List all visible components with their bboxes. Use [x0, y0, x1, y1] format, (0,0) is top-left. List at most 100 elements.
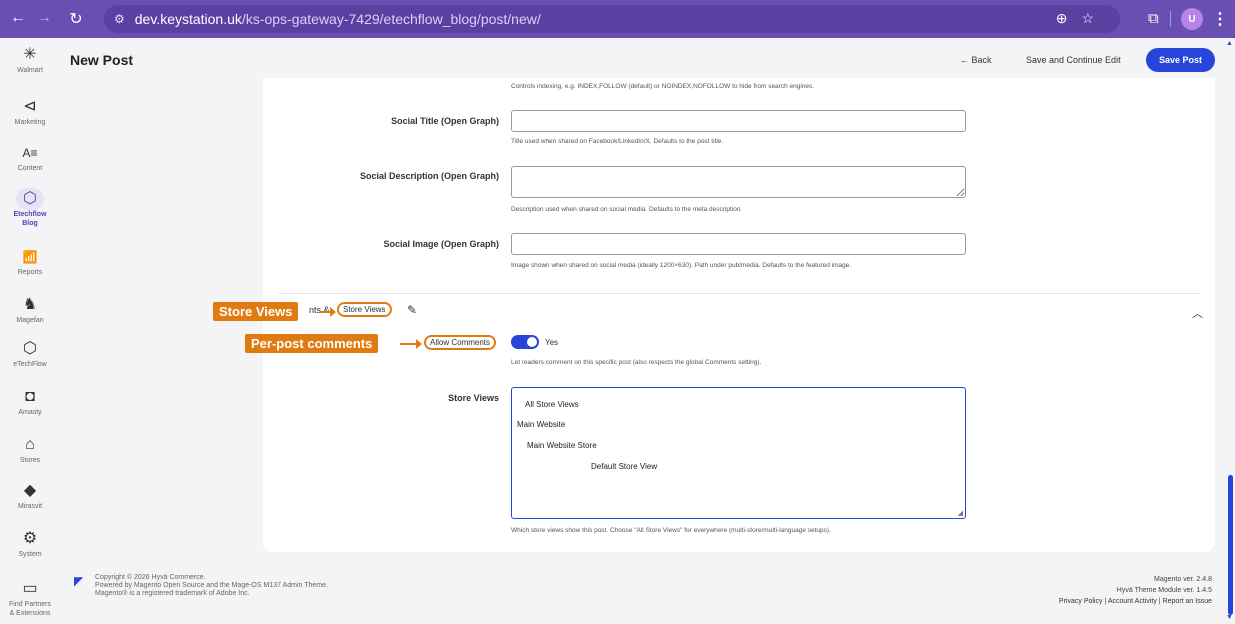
- scroll-up-icon[interactable]: ▲: [1226, 40, 1233, 47]
- scroll-down-icon[interactable]: ▼: [1226, 614, 1233, 621]
- mirasvit-icon: ◆: [23, 482, 37, 499]
- sidebar-item-label: eTechFlow: [13, 361, 47, 368]
- social-title-input[interactable]: [511, 110, 966, 132]
- sidebar-item-label: Magefan: [16, 317, 44, 324]
- sidebar-item-label: Etechflow Blog: [13, 211, 47, 227]
- allow-comments-toggle[interactable]: [511, 335, 539, 349]
- sidebar-item-label: Find Partners & Extensions: [8, 601, 52, 617]
- social-description-label: Social Description (Open Graph): [359, 171, 499, 181]
- gear-icon: ⚙: [22, 530, 38, 547]
- social-title-label: Social Title (Open Graph): [391, 116, 499, 126]
- back-arrow-icon[interactable]: ←: [6, 9, 30, 27]
- content-icon: A≡: [22, 146, 38, 160]
- per-post-comments-callout: Per-post comments: [245, 334, 379, 353]
- robots-hint: Controls indexing, e.g. INDEX,FOLLOW (de…: [511, 83, 815, 90]
- box-icon: ▭: [22, 580, 38, 597]
- sidebar-item-label: Mirasvit: [17, 503, 43, 510]
- footer-versions: Magento ver. 2.4.8 Hyvä Theme Module ver…: [1059, 574, 1212, 607]
- magento-logo-icon: ◤: [74, 574, 84, 588]
- callout-arrow: [400, 339, 422, 349]
- edit-pencil-icon[interactable]: ✎: [407, 303, 417, 317]
- social-image-label: Social Image (Open Graph): [383, 239, 499, 249]
- social-title-hint: Title used when shared on Facebook/Linke…: [511, 138, 724, 145]
- sidebar-item-system[interactable]: ⚙ System: [0, 528, 60, 559]
- store-views-multiselect[interactable]: All Store Views Main Website Main Websit…: [511, 387, 966, 519]
- resize-handle-icon[interactable]: ◢: [958, 509, 963, 517]
- cube-icon: ⬡: [16, 188, 44, 210]
- browser-menu-icon[interactable]: ⋮: [1212, 9, 1228, 29]
- cube-icon: ⬡: [23, 340, 37, 357]
- powered-by-text: Powered by Magento Open Source and the M…: [95, 582, 328, 589]
- sidebar-item-content[interactable]: A≡ Content: [0, 142, 60, 173]
- sidebar-item-label: System: [18, 551, 42, 558]
- extensions-icon[interactable]: ⧉: [1148, 10, 1159, 27]
- store-views-hint: Which store views show this post. Choose…: [511, 527, 831, 534]
- back-button[interactable]: ← Back: [960, 55, 992, 65]
- option-all-store-views[interactable]: All Store Views: [525, 400, 579, 409]
- sidebar-item-label: Reports: [17, 269, 43, 276]
- browser-toolbar: ← → ↻ ⚙ dev.keystation.uk/ks-ops-gateway…: [0, 0, 1235, 38]
- magefan-icon: ♞: [22, 296, 38, 313]
- section-title-prefix[interactable]: nts &: [309, 305, 330, 315]
- callout-arrow: [320, 307, 336, 317]
- sidebar-item-label: Walmart: [17, 67, 43, 74]
- zoom-bookmark-icons[interactable]: ⊕☆: [1056, 10, 1108, 27]
- copyright-text: Copyright © 2026 Hyvä Commerce.: [95, 574, 206, 581]
- url-path: /ks-ops-gateway-7429/etechflow_blog/post…: [241, 11, 541, 27]
- megaphone-icon: ⊲: [23, 98, 37, 115]
- save-and-continue-button[interactable]: Save and Continue Edit: [1026, 55, 1121, 65]
- social-image-hint: Image shown when shared on social media …: [511, 262, 852, 269]
- sidebar-item-etechflow-blog[interactable]: ⬡ Etechflow Blog: [0, 188, 60, 228]
- sidebar-item-amasty[interactable]: ◘ Amasty: [0, 386, 60, 417]
- sidebar-item-label: Stores: [19, 457, 41, 464]
- sidebar-item-label: Amasty: [18, 409, 42, 416]
- store-views-section-title[interactable]: Store Views: [337, 302, 392, 317]
- scrollbar-thumb[interactable]: [1228, 475, 1233, 615]
- chevron-up-icon[interactable]: ︿: [1192, 305, 1203, 321]
- magento-version: Magento ver. 2.4.8: [1154, 576, 1212, 583]
- social-description-textarea[interactable]: [511, 166, 966, 198]
- sidebar-item-stores[interactable]: ⌂ Stores: [0, 434, 60, 465]
- amasty-icon: ◘: [25, 388, 35, 405]
- save-post-button[interactable]: Save Post: [1146, 48, 1215, 72]
- store-views-label: Store Views: [448, 393, 499, 403]
- allow-comments-state: Yes: [545, 338, 559, 347]
- profile-avatar[interactable]: U: [1181, 8, 1203, 30]
- sidebar-item-walmart[interactable]: ✳ Walmart: [0, 44, 60, 75]
- toggle-knob: [527, 337, 537, 347]
- social-description-hint: Description used when shared on social m…: [511, 206, 743, 213]
- footer-copyright: Copyright © 2026 Hyvä Commerce. Powered …: [95, 574, 328, 598]
- section-divider: [278, 293, 1200, 294]
- store-icon: ⌂: [25, 436, 35, 453]
- url-host: dev.keystation.uk: [134, 11, 242, 27]
- page-title: New Post: [70, 52, 134, 68]
- reports-icon: 📶: [22, 250, 38, 264]
- sidebar-item-find-partners[interactable]: ▭ Find Partners & Extensions: [0, 578, 60, 618]
- walmart-spark-icon: ✳: [23, 46, 37, 63]
- toolbar-divider: [1170, 11, 1171, 27]
- option-main-website-store[interactable]: Main Website Store: [527, 441, 597, 450]
- report-issue-link[interactable]: Report an Issue: [1163, 598, 1212, 605]
- admin-sidebar: ✳ Walmart ⊲ Marketing A≡ Content ⬡ Etech…: [0, 38, 60, 624]
- option-default-store-view[interactable]: Default Store View: [591, 462, 657, 471]
- store-views-callout: Store Views: [213, 302, 299, 321]
- social-image-input[interactable]: [511, 233, 966, 255]
- sidebar-item-label: Marketing: [14, 119, 46, 126]
- hyva-version: Hyvä Theme Module ver. 1.4.5: [1116, 587, 1212, 594]
- account-activity-link[interactable]: Account Activity: [1108, 598, 1157, 605]
- reload-icon[interactable]: ↻: [64, 9, 88, 29]
- footer-links: Privacy Policy | Account Activity | Repo…: [1058, 598, 1212, 605]
- address-bar[interactable]: ⚙ dev.keystation.uk/ks-ops-gateway-7429/…: [104, 5, 1120, 33]
- privacy-policy-link[interactable]: Privacy Policy: [1059, 598, 1103, 605]
- allow-comments-label: Allow Comments: [424, 335, 497, 350]
- trademark-text: Magento® is a registered trademark of Ad…: [95, 590, 250, 597]
- option-main-website[interactable]: Main Website: [517, 420, 565, 429]
- site-info-icon[interactable]: ⚙: [114, 12, 125, 26]
- sidebar-item-mirasvit[interactable]: ◆ Mirasvit: [0, 480, 60, 511]
- sidebar-item-magefan[interactable]: ♞ Magefan: [0, 294, 60, 325]
- sidebar-item-label: Content: [17, 165, 43, 172]
- sidebar-item-marketing[interactable]: ⊲ Marketing: [0, 96, 60, 127]
- forward-arrow-icon[interactable]: →: [32, 9, 56, 27]
- sidebar-item-reports[interactable]: 📶 Reports: [0, 246, 60, 277]
- sidebar-item-etechflow[interactable]: ⬡ eTechFlow: [0, 338, 60, 369]
